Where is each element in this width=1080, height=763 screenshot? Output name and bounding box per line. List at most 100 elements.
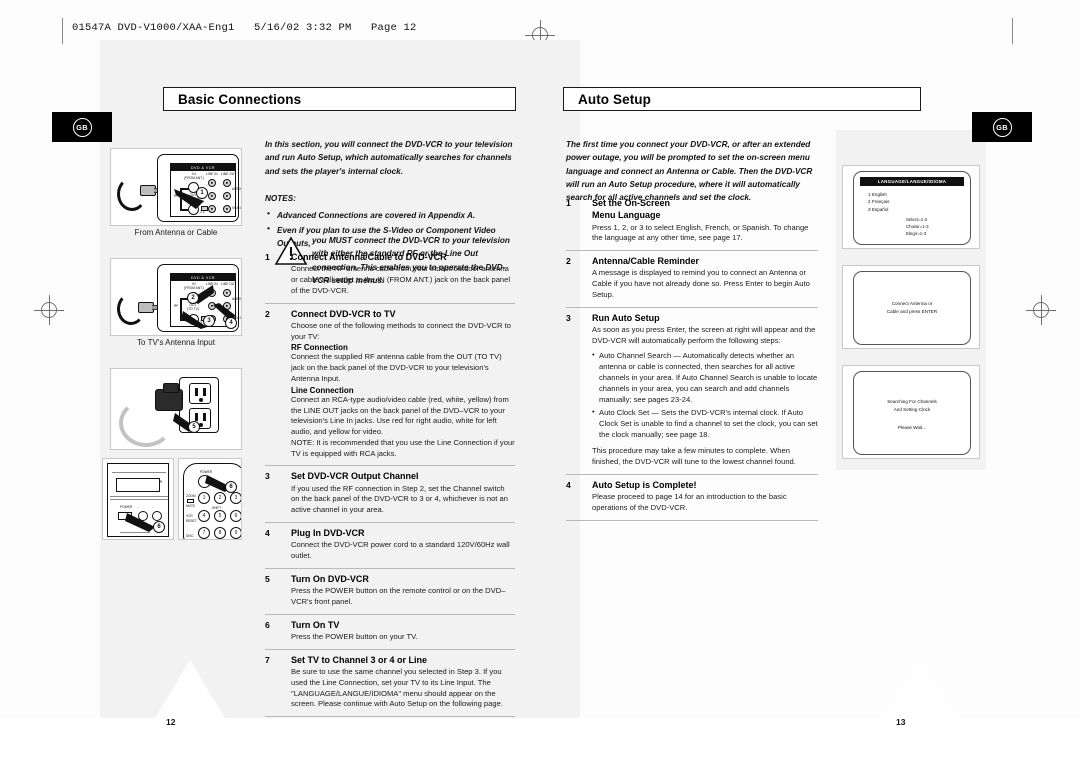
step-title: Connect Antenna/Cable to DVD-VCR xyxy=(291,252,447,262)
step-title: Antenna/Cable Reminder xyxy=(592,256,700,267)
steps-end-rule xyxy=(265,716,515,718)
page-number-left: 12 xyxy=(166,717,176,727)
panel-label-line-out-2: LINE OUT xyxy=(221,282,237,286)
illustration-front-panel: R POWER - - 6 xyxy=(102,458,174,540)
callout-badge-1: 1 xyxy=(196,187,208,199)
tv-searching-wait: Please Wait... xyxy=(897,425,927,430)
step-subtext-line: Connect an RCA-type audio/video cable (r… xyxy=(291,394,509,437)
step-text: As soon as you press Enter, the screen a… xyxy=(592,324,816,345)
step-closing-text: This procedure may take a few minutes to… xyxy=(592,446,796,467)
tv-hint-choisir: Choisir=1-3 xyxy=(906,224,929,230)
step-title: Turn On TV xyxy=(291,619,340,630)
step-subtext-rf: Connect the supplied RF antenna cable fr… xyxy=(291,352,502,383)
step-item: 3 Run Auto Setup As soon as you press En… xyxy=(566,306,818,474)
tv-screen-language-box: LANGUAGE/LANGUE/IDIOMA 1 English 2 Franç… xyxy=(842,165,980,249)
step-item: 1 Set the On-Screen Menu Language Press … xyxy=(566,196,818,250)
page-number-right: 13 xyxy=(896,717,906,727)
left-steps-list: 1 Connect Antenna/Cable to DVD-VCR Conne… xyxy=(265,250,515,718)
registration-mark-left xyxy=(34,295,64,325)
tv-screen-searching: Searching For Channels And Setting Clock… xyxy=(853,371,971,455)
step-title: Run Auto Setup xyxy=(592,312,660,323)
fold-mark-left xyxy=(148,660,232,730)
notes-label: NOTES: xyxy=(265,194,296,203)
step-item: 4 Plug In DVD-VCR Connect the DVD-VCR po… xyxy=(265,522,515,568)
step-text: Please proceed to page 14 for an introdu… xyxy=(592,492,787,513)
step-subtitle-rf: RF Connection xyxy=(291,343,348,353)
panel-label-rf-2: RF xyxy=(174,304,179,308)
step-number: 4 xyxy=(265,528,270,539)
step-text: Press 1, 2, or 3 to select English, Fren… xyxy=(592,222,809,243)
step-title: Set the On-Screen xyxy=(592,198,671,208)
gb-tab-right: GB xyxy=(972,112,1032,142)
tv-searching-line-1: Searching For Channels xyxy=(887,399,937,404)
panel-header-label-2: DVD & VCR xyxy=(171,274,235,281)
panel-label-audio-2: AUDIO xyxy=(232,297,242,301)
step-item: 1 Connect Antenna/Cable to DVD-VCR Conne… xyxy=(265,250,515,303)
remote-label-mute: MUTE xyxy=(186,504,196,508)
figure-caption-out-to-tv: To TV's Antenna Input xyxy=(137,338,215,347)
step-title: Turn On DVD-VCR xyxy=(291,573,369,584)
step-number: 5 xyxy=(265,573,270,584)
step-text: Connect the RF antenna cable from your i… xyxy=(291,264,511,295)
registration-mark-right xyxy=(1026,295,1056,325)
step-number: 7 xyxy=(265,654,270,665)
panel-label-line-out: LINE OUT xyxy=(221,172,237,176)
step-number: 1 xyxy=(566,198,571,208)
step-text: If you used the RF connection in Step 2,… xyxy=(291,483,508,515)
tv-screen-searching-box: Searching For Channels And Setting Clock… xyxy=(842,365,980,459)
step-item: 4 Auto Setup is Complete! Please proceed… xyxy=(566,474,818,520)
remote-label-reset: RESET xyxy=(186,519,197,523)
illustration-out-to-tv: DVD & VCR IN (FROM ANT.) RF OUT (TO TV) … xyxy=(110,258,242,336)
step-text: Connect the DVD-VCR power cord to a stan… xyxy=(291,540,510,561)
step-text: Press the POWER button on your TV. xyxy=(291,631,418,641)
step-item: 2 Connect DVD-VCR to TV Choose one of th… xyxy=(265,302,515,466)
right-intro-text: The first time you connect your DVD-VCR,… xyxy=(566,140,813,203)
power-cord xyxy=(119,399,173,447)
step-number: 3 xyxy=(566,312,571,323)
header-rule-left xyxy=(62,18,63,44)
step-text: Press the POWER button on the remote con… xyxy=(291,586,506,606)
step-item: 5 Turn On DVD-VCR Press the POWER button… xyxy=(265,567,515,614)
step-number: 1 xyxy=(265,252,270,262)
step-title: Set TV to Channel 3 or 4 or Line xyxy=(291,654,428,665)
tv-antenna-line-1: Connect Antenna or xyxy=(891,301,933,306)
callout-badge-6b: 6 xyxy=(225,481,237,493)
left-page-title-bar: Basic Connections xyxy=(163,87,516,111)
step-text: A message is displayed to remind you to … xyxy=(592,268,810,299)
tv-menu-title: LANGUAGE/LANGUE/IDIOMA xyxy=(860,177,964,186)
tv-option-english: 1 English xyxy=(868,192,887,197)
left-intro-text: In this section, you will connect the DV… xyxy=(265,140,513,176)
figure-caption-antenna-in: From Antenna or Cable xyxy=(134,228,218,237)
panel-label-in: IN (FROM ANT.) xyxy=(184,172,204,180)
tv-language-hints: Select=1-3 Choisir=1-3 Elegir=1-3 xyxy=(906,216,929,237)
steps-end-rule-right xyxy=(566,519,818,521)
remote-label-disc: DISC xyxy=(186,534,194,538)
document-page: 01547A DVD-V1000/XAA-Eng1 5/16/02 3:32 P… xyxy=(0,0,1080,763)
callout-badge-4: 4 xyxy=(225,317,237,329)
tv-searching-line-2: And Setting Clock xyxy=(893,406,931,412)
fold-mark-right xyxy=(878,660,962,730)
tv-screen-antenna-box: Connect Antenna or Cable and press ENTER xyxy=(842,265,980,349)
callout-badge-5: 5 xyxy=(188,421,200,433)
step-number: 2 xyxy=(566,256,571,267)
step-bullet: Auto Channel Search — Automatically dete… xyxy=(592,349,818,405)
tv-hint-select: Select=1-3 xyxy=(906,217,928,222)
header-rule-right xyxy=(1012,18,1013,44)
right-page-title-bar: Auto Setup xyxy=(563,87,921,111)
page-title-auto-setup: Auto Setup xyxy=(578,91,651,107)
front-panel-power-label: POWER xyxy=(120,505,133,509)
step-title: Set DVD-VCR Output Channel xyxy=(291,471,419,482)
step-item: 2 Antenna/Cable Reminder A message is di… xyxy=(566,250,818,307)
step-title: Auto Setup is Complete! xyxy=(592,480,697,491)
page-title-basic-connections: Basic Connections xyxy=(178,91,302,107)
callout-badge-6a: 6 xyxy=(153,521,165,533)
illustration-remote-control: POWER AUTO 1 2 3 SHIFT 4 5 6 7 8 9 ZOOM … xyxy=(178,458,242,540)
step-title: Plug In DVD-VCR xyxy=(291,528,365,539)
printer-header-text: 01547A DVD-V1000/XAA-Eng1 5/16/02 3:32 P… xyxy=(72,22,417,34)
step-bullet-list: Auto Channel Search — Automatically dete… xyxy=(592,349,818,440)
step-item: 6 Turn On TV Press the POWER button on y… xyxy=(265,613,515,649)
tv-option-francais: 2 Français xyxy=(868,199,890,205)
remote-label-vcr: VCR xyxy=(186,514,193,518)
step-subtitle-line: Line Connection xyxy=(291,385,354,395)
panel-label-video: VIDEO xyxy=(232,206,242,210)
